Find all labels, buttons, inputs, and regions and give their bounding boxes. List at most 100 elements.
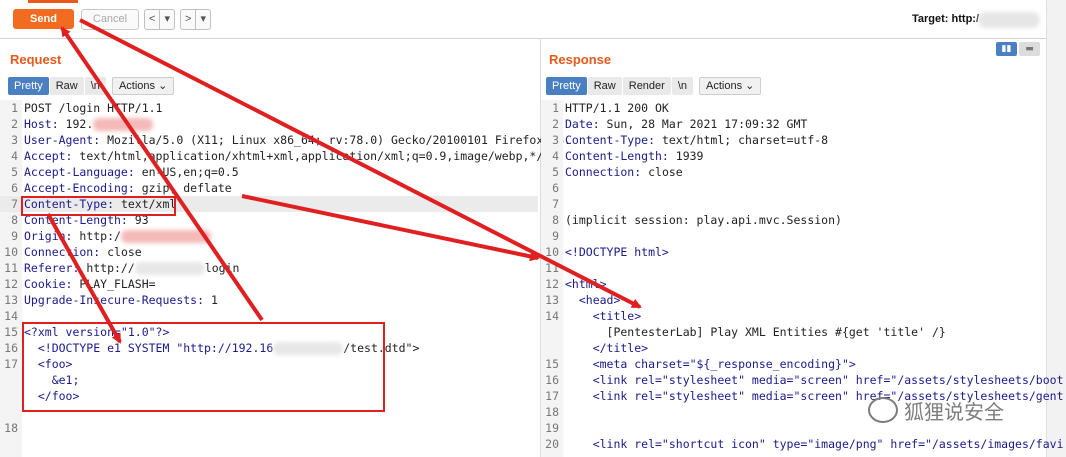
response-line[interactable]: 8 (implicit session: play.api.mvc.Session… [541,212,1046,228]
header-value: Mozilla/5.0 (X11; Linux x86_64; rv:78.0)… [100,133,571,147]
request-line[interactable]: 9 Origin: http:/ [0,228,538,244]
line-number: 16 [545,373,559,387]
line-text: <html> [565,277,607,291]
line-text: <link rel="stylesheet" media="screen" hr… [565,373,1064,387]
forward-button[interactable]: > ▾ [180,9,211,30]
response-line[interactable]: 6 [541,180,1046,196]
toolbar: Send Cancel < ▾ > ▾ Target: http:/ [0,0,1066,39]
forward-menu-icon[interactable]: ▾ [195,10,210,29]
request-tab-pretty[interactable]: Pretty [8,77,49,95]
xml-payload-highlight-box [22,322,385,412]
header-value: 1 [204,293,218,307]
response-line[interactable]: 9 [541,228,1046,244]
line-text: POST /login HTTP/1.1 [24,101,163,115]
line-number: 3 [11,133,18,147]
header-value: close [641,165,683,179]
header-name: Origin: [24,229,73,243]
response-line[interactable]: 7 [541,196,1046,212]
line-number: 20 [545,437,559,451]
active-tab-indicator [28,0,78,3]
response-actions-label: Actions [706,80,743,92]
response-line[interactable]: 20 <link rel="shortcut icon" type="image… [541,436,1063,452]
response-tab-pretty[interactable]: Pretty [546,77,587,95]
request-actions-menu[interactable]: Actions ⌄ [111,77,175,95]
response-line[interactable]: [PentesterLab] Play XML Entities #{get '… [541,324,1046,340]
request-line[interactable]: 13 Upgrade-Insecure-Requests: 1 [0,292,538,308]
line-number: 4 [11,149,18,163]
header-name: Referer: [24,261,80,275]
line-number: 13 [4,293,18,307]
send-button[interactable]: Send [13,9,74,29]
response-line[interactable]: 16 <link rel="stylesheet" media="screen"… [541,372,1063,388]
request-line[interactable]: 11 Referer: http:// login [0,260,538,276]
request-actions-label: Actions [118,80,156,92]
response-line[interactable]: 11 [541,260,1046,276]
line-number: 12 [4,277,18,291]
line-number: 2 [552,117,559,131]
response-line[interactable]: 5 Connection: close [541,164,1046,180]
response-line[interactable]: 1 HTTP/1.1 200 OK [541,100,1046,116]
request-tab-raw[interactable]: Raw [49,77,84,95]
response-line[interactable]: </title> [541,340,1046,356]
watermark: 狐狸说安全 [868,396,1036,424]
header-name: Accept: [24,149,73,163]
header-name: Host: [24,117,59,131]
request-line[interactable]: 1 POST /login HTTP/1.1 [0,100,538,116]
header-value: 1939 [668,149,704,163]
request-line[interactable]: 2 Host: 192. [0,116,538,132]
response-tab-newline[interactable]: \n [671,77,694,95]
line-number: 5 [552,165,559,179]
response-actions-menu[interactable]: Actions ⌄ [699,77,762,95]
header-value: text/html,application/xhtml+xml,applicat… [72,149,551,163]
request-tab-newline[interactable]: \n [84,77,106,95]
response-line[interactable]: 15 <meta charset="${_response_encoding}"… [541,356,1046,372]
header-value: PLAY_FLASH= [72,277,156,291]
cancel-button[interactable]: Cancel [81,9,139,30]
header-name: Accept-Encoding: [24,181,135,195]
response-line[interactable]: 2 Date: Sun, 28 Mar 2021 17:09:32 GMT [541,116,1046,132]
split-vertical-icon[interactable]: ▬ [1019,42,1040,56]
header-name: Content-Type: [565,133,656,147]
layout-toggle: ▮▮ ▬ [996,42,1040,56]
line-number: 9 [11,229,18,243]
response-line[interactable]: 14 <title> [541,308,1046,324]
header-value: http:/ [72,229,121,243]
chevron-down-icon: ⌄ [745,80,755,92]
split-horizontal-icon[interactable]: ▮▮ [996,42,1017,56]
line-number: 9 [552,229,559,243]
line-text: <title> [565,309,642,323]
request-line[interactable]: 12 Cookie: PLAY_FLASH= [0,276,538,292]
redacted-blur [93,118,154,131]
target-host-redacted [978,12,1040,28]
header-value: 192. [58,117,94,131]
line-number: 3 [552,133,559,147]
chevron-down-icon: ⌄ [158,80,168,92]
line-number: 7 [11,197,18,211]
back-button[interactable]: < ▾ [144,9,175,30]
request-line[interactable]: 6 Accept-Encoding: gzip, deflate [0,180,538,196]
request-line[interactable]: 18 [0,420,538,436]
line-number: 8 [552,213,559,227]
response-line[interactable]: 4 Content-Length: 1939 [541,148,1046,164]
response-tab-raw[interactable]: Raw [587,77,622,95]
request-line[interactable]: 3 User-Agent: Mozilla/5.0 (X11; Linux x86… [0,132,571,148]
header-value: close [100,245,142,259]
back-menu-icon[interactable]: ▾ [159,10,174,29]
response-tab-render[interactable]: Render [622,77,671,95]
response-line[interactable]: 12 <html> [541,276,1046,292]
request-line[interactable]: 5 Accept-Language: en-US,en;q=0.5 [0,164,538,180]
line-text: <meta charset="${_response_encoding}"> [565,357,856,371]
line-text: (implicit session: play.api.mvc.Session) [565,213,842,227]
line-text: <head> [565,293,621,307]
request-line[interactable]: 10 Connection: close [0,244,538,260]
response-line[interactable]: 10 <!DOCTYPE html> [541,244,1046,260]
target-label[interactable]: Target: http:/ [912,13,979,25]
header-value: text/html; charset=utf-8 [655,133,829,147]
response-line[interactable]: 3 Content-Type: text/html; charset=utf-8 [541,132,1046,148]
line-number: 10 [4,245,18,259]
request-line[interactable]: 4 Accept: text/html,application/xhtml+xml… [0,148,550,164]
response-title: Response [549,52,612,67]
response-line[interactable]: 13 <head> [541,292,1046,308]
request-tabbar: Pretty Raw \n Actions ⌄ [8,77,175,95]
response-tabbar: Pretty Raw Render \n Actions ⌄ [546,77,762,95]
